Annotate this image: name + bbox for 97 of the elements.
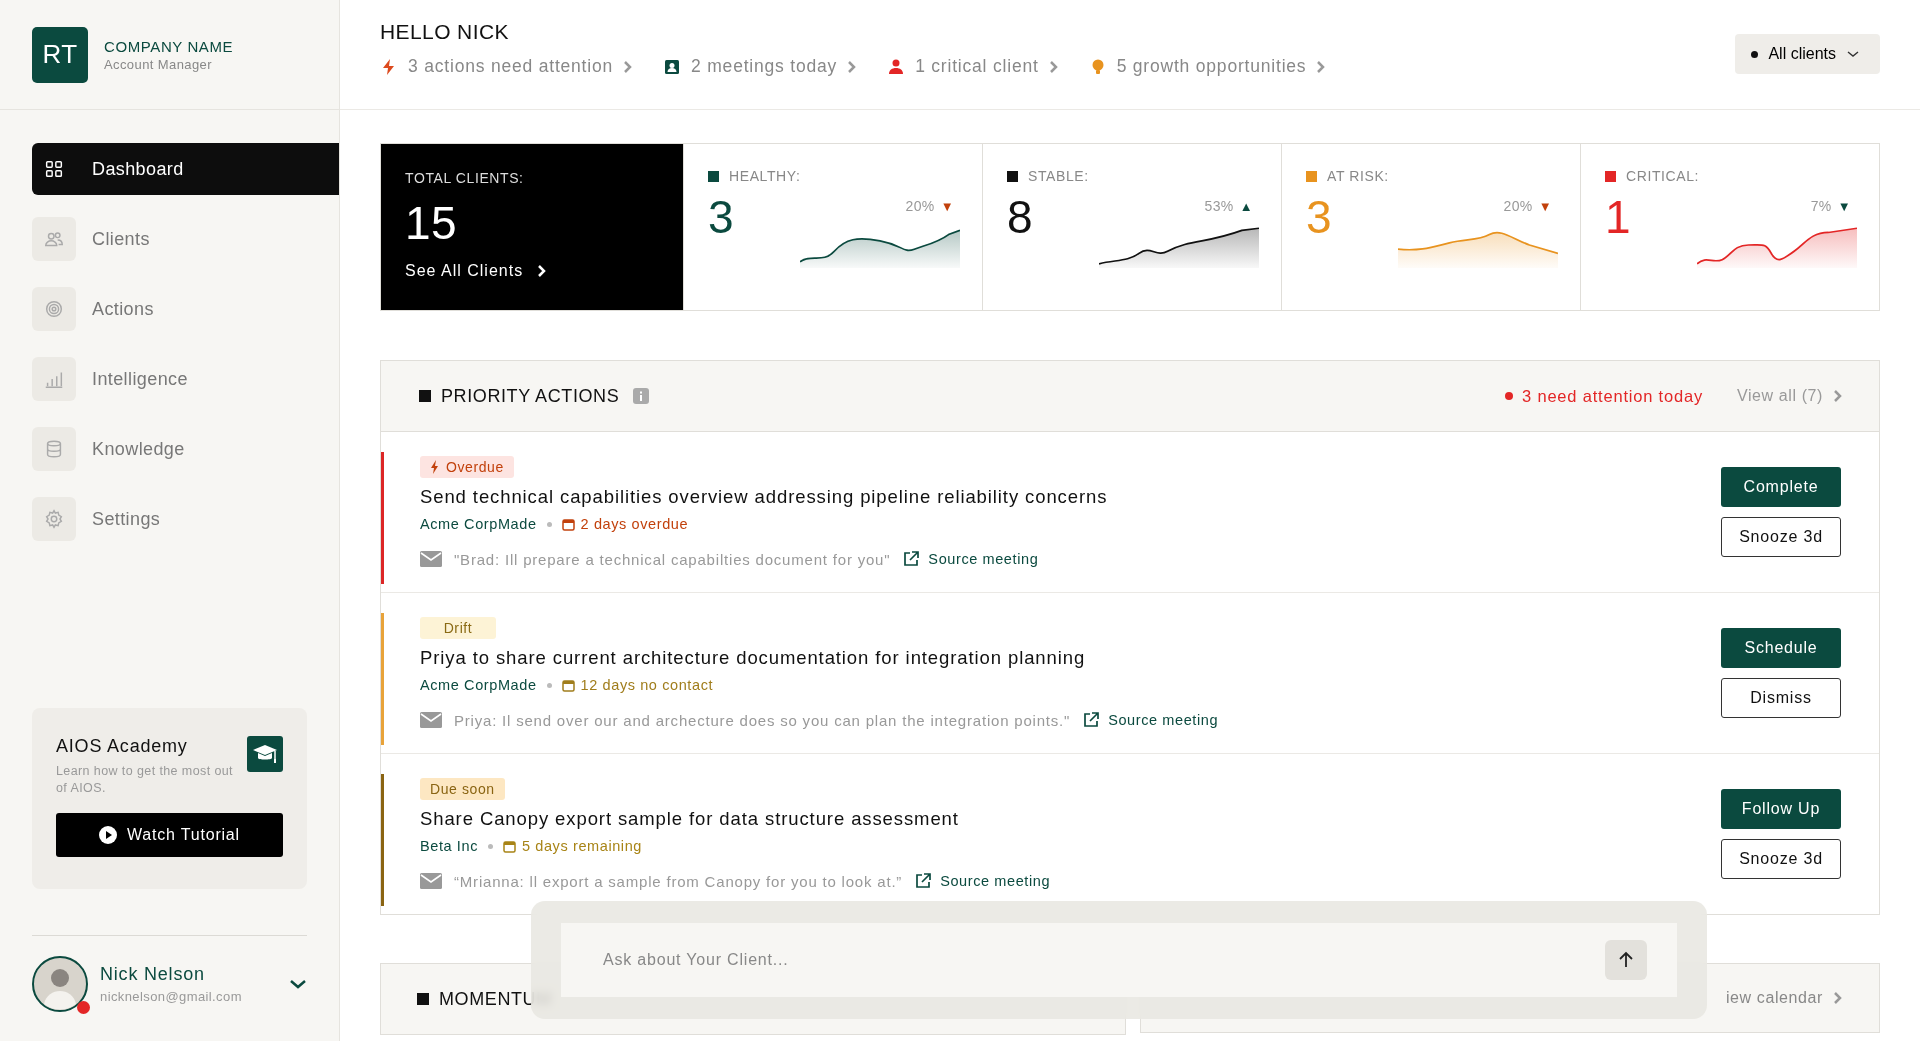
user-email: nicknelson@gmail.com — [100, 988, 243, 1004]
nav-item[interactable]: Dashboard — [32, 143, 339, 195]
mail-icon — [420, 712, 442, 728]
stat-label: HEALTHY: — [729, 168, 801, 184]
summary-link[interactable]: 5 growth opportunities — [1088, 56, 1327, 77]
change-percent: 7% — [1810, 198, 1832, 214]
square-icon — [417, 993, 429, 1005]
stat-value: 8 — [1007, 190, 1033, 245]
graduation-cap-icon — [247, 736, 283, 773]
trend-arrow: ▲ — [1239, 199, 1253, 213]
external-link-icon — [914, 872, 933, 890]
client-link[interactable]: Beta Inc — [420, 838, 478, 854]
avatar — [32, 955, 88, 1012]
calendar-icon — [503, 839, 516, 853]
external-link-icon — [1082, 711, 1101, 729]
greeting: HELLO NICK — [380, 20, 510, 44]
summary-link[interactable]: 3 actions need attention — [380, 56, 634, 77]
send-button[interactable] — [1605, 940, 1647, 980]
due-date: 5 days remaining — [503, 838, 643, 854]
stat-value: 3 — [1306, 190, 1332, 245]
source-meeting-link[interactable]: Source meeting — [1082, 711, 1219, 729]
target-icon — [43, 298, 65, 320]
contact-card-icon — [663, 57, 682, 76]
calendar-icon — [561, 678, 575, 692]
chevron-right-icon — [1048, 59, 1059, 74]
status-tag: Drift — [420, 617, 496, 639]
nav-item[interactable]: Clients — [32, 213, 339, 265]
source-meeting-link[interactable]: Source meeting — [914, 872, 1051, 890]
watch-tutorial-button[interactable]: Watch Tutorial — [56, 813, 283, 857]
logo: RT — [32, 26, 88, 83]
stat-value: 1 — [1605, 190, 1631, 245]
client-filter-dropdown[interactable]: All clients — [1735, 34, 1880, 74]
chevron-down-icon[interactable] — [289, 977, 307, 990]
person-icon — [887, 57, 906, 76]
nav-item[interactable]: Intelligence — [32, 353, 339, 405]
chevron-right-icon — [1833, 991, 1843, 1005]
summary-link[interactable]: 2 meetings today — [663, 56, 858, 77]
stat-label: CRITICAL: — [1626, 168, 1700, 184]
calendar-icon — [561, 517, 575, 531]
client-link[interactable]: Acme CorpMade — [420, 677, 537, 693]
stat-label: STABLE: — [1028, 168, 1089, 184]
change-percent: 20% — [1503, 198, 1533, 214]
play-icon — [99, 826, 118, 844]
chevron-right-icon — [537, 264, 548, 278]
chevron-right-icon — [1316, 59, 1327, 74]
primary-action-button[interactable]: Schedule — [1721, 628, 1841, 668]
nav-item[interactable]: Knowledge — [32, 423, 339, 475]
see-all-clients-link[interactable]: See All Clients — [405, 262, 659, 280]
academy-title: AIOS Academy — [56, 736, 189, 758]
quote-text: “Mrianna: ll export a sample from Canopy for you to look at.” — [454, 872, 903, 890]
quote-text: Priya: Il send over our and archecture does so you can plan the integration points." — [454, 711, 1071, 729]
primary-action-button[interactable]: Complete — [1721, 467, 1841, 507]
trend-arrow: ▼ — [1538, 199, 1552, 213]
stat-label: TOTAL CLIENTS: — [405, 170, 525, 186]
mail-icon — [420, 551, 442, 567]
stat-label: AT RISK: — [1327, 168, 1389, 184]
lightning-icon — [430, 460, 440, 474]
user-name: Nick Nelson — [100, 963, 206, 985]
chevron-right-icon — [847, 59, 858, 74]
trend-arrow: ▼ — [940, 199, 954, 213]
change-percent: 20% — [905, 198, 935, 214]
user-role: Account Manager — [104, 56, 213, 72]
action-title: Share Canopy export sample for data structure assessment — [420, 808, 959, 830]
panel-title: PRIORITY ACTIONS — [441, 385, 620, 407]
trend-arrow: ▼ — [1837, 199, 1851, 213]
primary-action-button[interactable]: Follow Up — [1721, 789, 1841, 829]
nav-item[interactable]: Actions — [32, 283, 339, 335]
settings-icon — [43, 508, 65, 530]
chevron-right-icon — [1833, 389, 1843, 403]
chevron-down-icon — [1846, 49, 1860, 59]
academy-description: Learn how to get the most out of AIOS. — [56, 763, 234, 797]
secondary-action-button[interactable]: Snooze 3d — [1721, 517, 1841, 557]
info-icon — [633, 388, 650, 404]
action-title: Priya to share current architecture documentation for integration planning — [420, 647, 1086, 669]
summary-link[interactable]: 1 critical client — [887, 56, 1059, 77]
source-meeting-link[interactable]: Source meeting — [902, 550, 1039, 568]
chevron-right-icon — [623, 59, 634, 74]
quote-text: "Brad: Ill prepare a technical capabilties document for you" — [454, 550, 891, 568]
status-tag: Overdue — [420, 456, 514, 478]
nav-item[interactable]: Settings — [32, 493, 339, 545]
square-icon — [419, 390, 431, 402]
action-title: Send technical capabilities overview addressing pipeline reliability concerns — [420, 486, 1108, 508]
stat-value: 3 — [708, 190, 734, 245]
attention-alert: 3 need attention today — [1505, 386, 1703, 406]
client-link[interactable]: Acme CorpMade — [420, 516, 537, 532]
change-percent: 53% — [1204, 198, 1234, 214]
dot-icon — [1751, 50, 1759, 58]
secondary-action-button[interactable]: Snooze 3d — [1721, 839, 1841, 879]
secondary-action-button[interactable]: Dismiss — [1721, 678, 1841, 718]
due-date: 12 days no contact — [561, 677, 714, 693]
due-date: 2 days overdue — [561, 516, 689, 532]
external-link-icon — [902, 550, 921, 568]
grid-icon — [43, 158, 65, 180]
stat-value: 15 — [405, 196, 458, 250]
mail-icon — [420, 873, 442, 889]
status-tag: Due soon — [420, 778, 505, 800]
company-name: COMPANY NAME — [104, 37, 234, 55]
